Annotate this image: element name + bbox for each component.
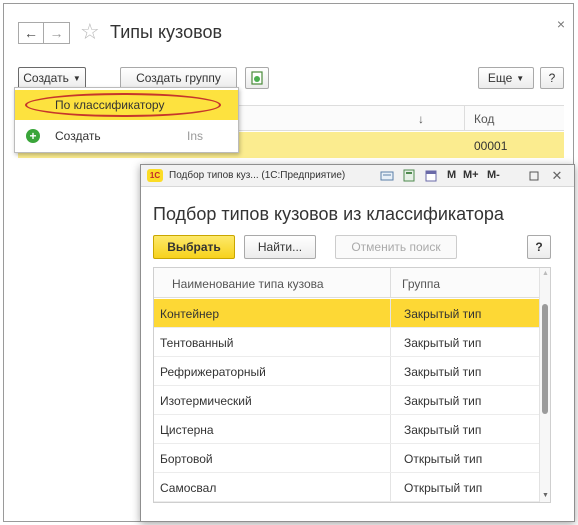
table-row[interactable]: Тентованный Закрытый тип	[154, 328, 540, 357]
body-types-table: Наименование типа кузова Группа Контейне…	[153, 267, 551, 503]
create-dropdown-menu: По классификатору + Создать Ins	[14, 87, 239, 153]
column-header-group[interactable]: Группа	[402, 277, 440, 291]
table-row[interactable]: Бортовой Открытый тип	[154, 444, 540, 473]
document-icon-button[interactable]	[245, 67, 269, 89]
table-row[interactable]: Контейнер Закрытый тип	[154, 299, 540, 328]
1c-logo-icon: 1С	[147, 169, 163, 182]
dialog-titlebar: 1С Подбор типов куз... (1С:Предприятие) …	[141, 165, 574, 187]
cell-name: Самосвал	[160, 481, 217, 495]
table-row[interactable]: Изотермический Закрытый тип	[154, 386, 540, 415]
cancel-search-button[interactable]: Отменить поиск	[335, 235, 457, 259]
scroll-up-icon[interactable]: ▲	[542, 270, 549, 277]
link-glyph	[380, 171, 394, 180]
dialog-window-title: Подбор типов куз... (1С:Предприятие)	[169, 170, 346, 181]
table-header: Наименование типа кузова Группа	[154, 268, 540, 298]
cell-group: Закрытый тип	[404, 336, 482, 350]
memory-plus-button[interactable]: M+	[463, 169, 479, 181]
maximize-icon[interactable]	[526, 168, 542, 183]
vertical-scrollbar[interactable]: ▲ ▼	[539, 268, 550, 502]
calendar-glyph	[425, 170, 437, 182]
cell-name: Контейнер	[160, 307, 220, 321]
cell-group: Открытый тип	[404, 481, 483, 495]
close-icon[interactable]: ×	[557, 16, 565, 32]
chevron-down-icon: ▼	[72, 73, 81, 83]
forward-button[interactable]: →	[44, 22, 70, 44]
dialog-help-button[interactable]: ?	[527, 235, 551, 259]
cell-group: Закрытый тип	[404, 423, 482, 437]
code-column-header[interactable]: Код	[474, 112, 494, 126]
arrow-right-icon: →	[49, 25, 64, 41]
table-row[interactable]: Цистерна Закрытый тип	[154, 415, 540, 444]
cell-divider	[390, 444, 391, 472]
sort-indicator[interactable]: ↓	[418, 112, 424, 126]
calculator-icon[interactable]	[401, 168, 417, 183]
plus-circle-icon: +	[26, 129, 40, 143]
cell-divider	[390, 473, 391, 501]
menu-item-label: По классификатору	[55, 98, 165, 112]
favorite-star-icon[interactable]: ☆	[80, 20, 100, 44]
cell-name: Цистерна	[160, 423, 214, 437]
menu-item-label: Создать	[55, 129, 101, 143]
column-header-name[interactable]: Наименование типа кузова	[172, 277, 324, 291]
column-divider	[390, 268, 391, 297]
cell-group: Открытый тип	[404, 452, 483, 466]
cell-group: Закрытый тип	[404, 307, 482, 321]
cell-name: Бортовой	[160, 452, 213, 466]
arrow-left-icon: ←	[24, 25, 38, 41]
menu-item-create[interactable]: + Создать Ins	[15, 124, 238, 150]
nav-buttons: ← →	[18, 22, 70, 44]
menu-item-shortcut: Ins	[187, 129, 204, 143]
back-button[interactable]: ←	[18, 22, 44, 44]
create-button[interactable]: Создать ▼	[18, 67, 86, 89]
more-button-label: Еще	[487, 71, 513, 85]
memory-minus-button[interactable]: M-	[487, 169, 500, 181]
cell-name: Тентованный	[160, 336, 234, 350]
selection-dialog: 1С Подбор типов куз... (1С:Предприятие) …	[140, 164, 575, 522]
calendar-icon[interactable]	[423, 168, 439, 183]
cell-name: Рефрижераторный	[160, 365, 266, 379]
column-divider	[464, 106, 465, 130]
create-group-button[interactable]: Создать группу	[120, 67, 237, 89]
find-button[interactable]: Найти...	[244, 235, 316, 259]
row-code: 00001	[474, 139, 508, 153]
close-icon[interactable]: ✕	[549, 168, 565, 183]
dialog-title: Подбор типов кузовов из классификатора	[153, 204, 504, 224]
link-icon[interactable]	[379, 168, 395, 183]
calc-glyph	[403, 169, 415, 182]
scroll-thumb[interactable]	[542, 304, 548, 414]
scroll-down-icon[interactable]: ▼	[542, 492, 549, 499]
memory-m-button[interactable]: M	[447, 169, 456, 181]
sheet-icon	[251, 71, 263, 85]
cell-divider	[390, 386, 391, 414]
more-button[interactable]: Еще ▼	[478, 67, 534, 89]
select-button[interactable]: Выбрать	[153, 235, 235, 259]
maximize-glyph	[529, 171, 539, 180]
menu-item-by-classifier[interactable]: По классификатору	[15, 90, 238, 120]
cell-divider	[390, 415, 391, 443]
chevron-down-icon: ▼	[516, 73, 525, 83]
table-row[interactable]: Самосвал Открытый тип	[154, 473, 540, 502]
cell-divider	[390, 357, 391, 385]
table-row[interactable]: Рефрижераторный Закрытый тип	[154, 357, 540, 386]
page-title: Типы кузовов	[110, 22, 223, 42]
cell-divider	[390, 299, 391, 327]
help-button[interactable]: ?	[540, 67, 564, 89]
cell-divider	[390, 328, 391, 356]
cell-group: Закрытый тип	[404, 394, 482, 408]
cell-name: Изотермический	[160, 394, 252, 408]
create-button-label: Создать	[23, 71, 69, 85]
cell-group: Закрытый тип	[404, 365, 482, 379]
